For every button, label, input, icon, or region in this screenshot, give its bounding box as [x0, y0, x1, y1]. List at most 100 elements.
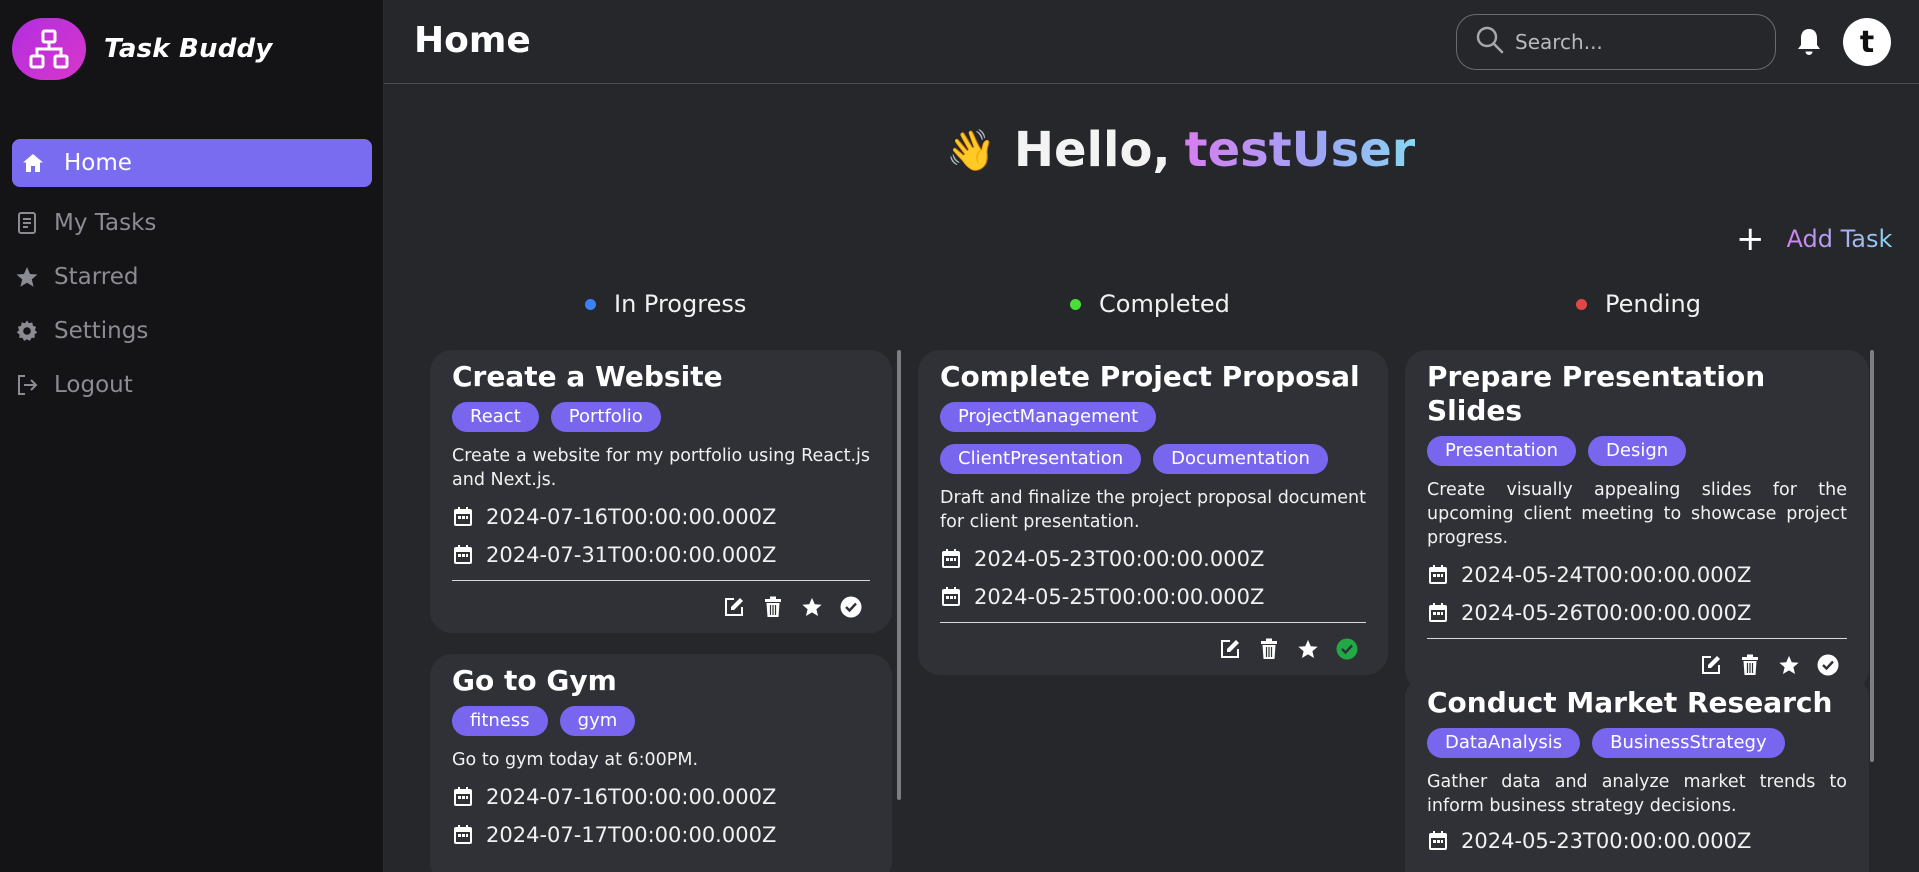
clipboard-icon [12, 211, 42, 235]
calendar-icon [1427, 830, 1449, 852]
tag[interactable]: React [452, 402, 539, 432]
sidebar-item-home[interactable]: Home [12, 139, 372, 187]
calendar-icon [452, 544, 474, 566]
logout-icon [12, 373, 42, 397]
column-completed[interactable]: Complete Project Proposal ProjectManagem… [918, 350, 1388, 872]
calendar-icon [1427, 564, 1449, 586]
date-value: 2024-05-25T00:00:00.000Z [974, 585, 1265, 609]
search-icon [1475, 25, 1505, 59]
task-tags: DataAnalysis BusinessStrategy [1427, 728, 1847, 770]
star-icon[interactable] [1288, 638, 1327, 660]
sitemap-logo-icon [12, 18, 86, 80]
check-circle-icon[interactable] [1808, 654, 1847, 676]
task-card[interactable]: Conduct Market Research DataAnalysis Bus… [1405, 676, 1869, 872]
calendar-icon [940, 548, 962, 570]
status-dot [585, 298, 596, 310]
app-name: Task Buddy [104, 34, 273, 64]
date-value: 2024-07-17T00:00:00.000Z [486, 823, 777, 847]
greeting-username: testUser [1184, 122, 1416, 178]
check-circle-icon[interactable] [1327, 638, 1366, 660]
waving-hand-icon: 👋 [946, 127, 996, 174]
scrollbar[interactable] [1870, 350, 1874, 762]
status-dot [1576, 298, 1587, 310]
sidebar-item-settings[interactable]: Settings [12, 307, 372, 355]
bell-icon[interactable] [1794, 26, 1824, 62]
greeting: 👋 Hello, testUser [946, 122, 1415, 178]
sidebar-item-my-tasks[interactable]: My Tasks [12, 199, 372, 247]
end-date: 2024-05-26T00:00:00.000Z [1427, 594, 1847, 632]
star-icon[interactable] [1769, 654, 1808, 676]
tag[interactable]: BusinessStrategy [1592, 728, 1785, 758]
task-card[interactable]: Prepare Presentation Slides Presentation… [1405, 350, 1869, 691]
brand[interactable]: Task Buddy [12, 18, 273, 80]
column-title: Pending [1605, 290, 1701, 318]
calendar-icon [452, 506, 474, 528]
task-description: Go to gym today at 6:00PM. [452, 750, 699, 770]
sidebar-item-label: Logout [54, 372, 133, 398]
top-header: Home t [384, 0, 1919, 84]
task-description: Draft and finalize the project proposal … [940, 488, 1366, 532]
scrollbar[interactable] [897, 350, 901, 800]
column-header-completed: Completed [1070, 290, 1230, 318]
date-value: 2024-05-23T00:00:00.000Z [974, 547, 1265, 571]
tag[interactable]: Portfolio [550, 402, 661, 432]
sidebar-item-logout[interactable]: Logout [12, 361, 372, 409]
start-date: 2024-07-16T00:00:00.000Z [452, 498, 870, 536]
start-date: 2024-05-23T00:00:00.000Z [1427, 822, 1847, 860]
check-circle-icon[interactable] [831, 596, 870, 618]
calendar-icon [940, 586, 962, 608]
column-in-progress[interactable]: Create a Website React Portfolio Create … [430, 350, 900, 872]
task-tags: fitness gym [452, 706, 870, 748]
task-tags: ClientPresentation Documentation [940, 444, 1366, 486]
tag[interactable]: Presentation [1427, 436, 1577, 466]
sidebar-item-label: Settings [54, 318, 149, 344]
task-description: Gather data and analyze market trends to… [1427, 772, 1847, 816]
task-tags: ProjectManagement [940, 402, 1366, 444]
sidebar-item-starred[interactable]: Starred [12, 253, 372, 301]
column-title: Completed [1099, 290, 1230, 318]
calendar-icon [1427, 602, 1449, 624]
column-pending[interactable]: Prepare Presentation Slides Presentation… [1405, 350, 1875, 872]
star-icon[interactable] [792, 596, 831, 618]
trash-icon[interactable] [1249, 638, 1288, 660]
search-box[interactable] [1456, 14, 1776, 70]
column-header-in-progress: In Progress [585, 290, 746, 318]
tag[interactable]: ProjectManagement [940, 402, 1157, 432]
tag[interactable]: DataAnalysis [1427, 728, 1581, 758]
sidebar-item-label: Starred [54, 264, 139, 290]
tag[interactable]: ClientPresentation [940, 444, 1142, 474]
tag[interactable]: fitness [452, 706, 548, 736]
add-task-button[interactable]: + Add Task [1736, 222, 1892, 256]
edit-icon[interactable] [1691, 654, 1730, 676]
edit-icon[interactable] [1210, 638, 1249, 660]
date-value: 2024-07-16T00:00:00.000Z [486, 505, 777, 529]
task-tags: Presentation Design [1427, 436, 1847, 478]
home-icon [18, 151, 48, 175]
edit-icon[interactable] [714, 596, 753, 618]
add-task-label: Add Task [1786, 225, 1893, 253]
status-dot [1070, 298, 1081, 310]
trash-icon[interactable] [1730, 654, 1769, 676]
date-value: 2024-07-16T00:00:00.000Z [486, 785, 777, 809]
calendar-icon [452, 786, 474, 808]
date-value: 2024-07-31T00:00:00.000Z [486, 543, 777, 567]
tag[interactable]: Documentation [1153, 444, 1328, 474]
task-description: Create a website for my portfolio using … [452, 446, 870, 490]
task-description: Create visually appealing slides for the… [1427, 480, 1847, 548]
avatar[interactable]: t [1843, 18, 1891, 66]
task-card[interactable]: Create a Website React Portfolio Create … [430, 350, 892, 633]
search-input[interactable] [1515, 30, 1755, 54]
task-card[interactable]: Go to Gym fitness gym Go to gym today at… [430, 654, 892, 872]
sidebar-nav: Home My Tasks Starred Settings Logout [12, 139, 372, 415]
task-title: Create a Website [452, 360, 723, 393]
tag[interactable]: Design [1588, 436, 1687, 466]
sidebar: Task Buddy Home My Tasks Starred Setting… [0, 0, 384, 872]
sidebar-item-label: Home [64, 150, 132, 176]
greeting-prefix: Hello, [1013, 122, 1171, 178]
tag[interactable]: gym [559, 706, 636, 736]
trash-icon[interactable] [753, 596, 792, 618]
calendar-icon [452, 824, 474, 846]
column-title: In Progress [614, 290, 747, 318]
end-date: 2024-07-17T00:00:00.000Z [452, 816, 870, 854]
task-card[interactable]: Complete Project Proposal ProjectManagem… [918, 350, 1388, 675]
